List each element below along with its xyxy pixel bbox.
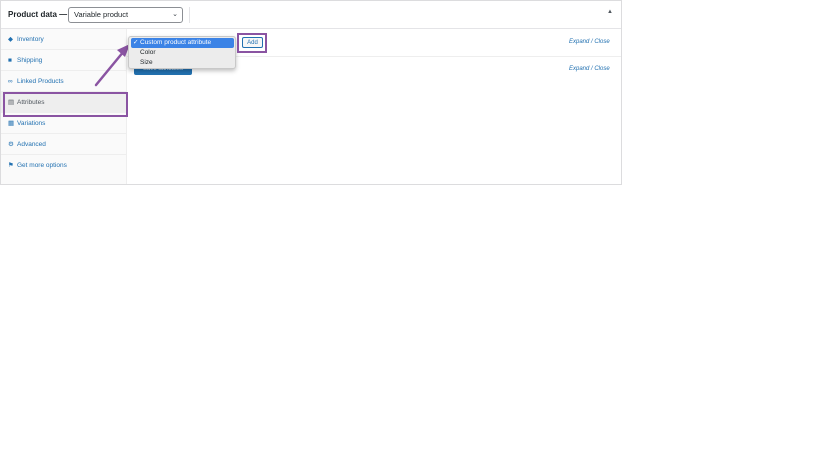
dropdown-option-size[interactable]: Size [131,58,234,68]
tab-label: Shipping [17,57,43,64]
expand-close-link[interactable]: Expand / Close [569,39,610,45]
dropdown-option-color[interactable]: Color [131,48,234,58]
attribute-dropdown-menu[interactable]: ✓ Custom product attribute Color Size [128,36,236,69]
diamond-icon: ◆ [8,36,13,43]
expand-close-link-bottom[interactable]: Expand / Close [569,66,610,72]
tab-advanced[interactable]: ⚙ Advanced [1,134,127,155]
caret-up-icon[interactable]: ▲ [607,9,613,15]
tab-label: Linked Products [17,78,64,85]
divider [189,7,190,23]
panel-title: Product data — [8,10,68,19]
link-icon: ∞ [8,78,13,85]
tab-get-more-options[interactable]: ⚑ Get more options [1,155,127,176]
product-type-value: Variable product [74,10,129,19]
tab-label: Advanced [17,141,46,148]
check-icon: ✓ [133,39,139,46]
chevron-down-icon: ⌄ [172,11,178,18]
tab-label: Variations [17,120,46,127]
product-data-panel: Product data — Variable product ⌄ ▲ ◆ Inv… [0,0,622,185]
tab-label: Inventory [17,36,44,43]
truck-icon: ■ [8,57,12,64]
add-attribute-button[interactable]: Add [242,37,263,48]
attributes-highlight-box [3,92,128,117]
dropdown-option-custom[interactable]: ✓ Custom product attribute [131,38,234,48]
gear-icon: ⚙ [8,141,14,148]
option-label: Color [140,49,156,56]
tab-label: Get more options [17,162,67,169]
option-label: Size [140,59,153,66]
option-label: Custom product attribute [140,39,212,46]
plugin-icon: ⚑ [8,162,14,169]
product-type-select[interactable]: Variable product ⌄ [68,7,183,23]
product-data-header: Product data — Variable product ⌄ ▲ [1,1,621,29]
